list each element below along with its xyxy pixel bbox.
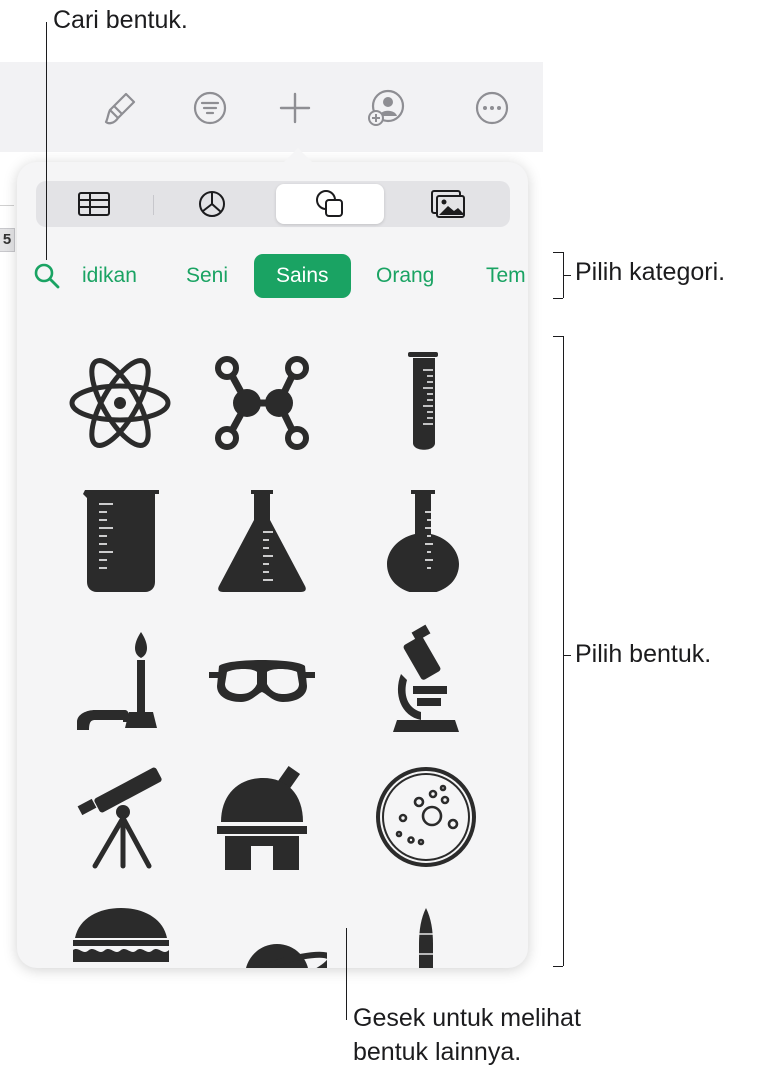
erlenmeyer-flask-shape[interactable]	[207, 482, 317, 592]
callout-shapes-bracket-top	[553, 336, 563, 337]
category-orang[interactable]: Orang	[376, 254, 434, 298]
plus-icon[interactable]	[275, 88, 315, 128]
callout-search: Cari bentuk.	[53, 6, 188, 34]
rocket-shape[interactable]	[371, 904, 481, 968]
petri-dish-shape[interactable]	[371, 762, 481, 872]
search-icon[interactable]	[33, 262, 61, 290]
telescope-shape[interactable]	[65, 762, 175, 872]
dome-shape[interactable]	[65, 900, 175, 968]
callout-shapes-bracket-bottom	[553, 966, 563, 967]
callout-search-line	[46, 22, 47, 260]
tab-shapes[interactable]	[276, 184, 384, 224]
gridline	[0, 205, 14, 206]
media-icon	[431, 190, 465, 218]
category-scroller[interactable]: idikan Seni Sains Orang Tem	[67, 254, 528, 302]
category-seni[interactable]: Seni	[186, 254, 228, 298]
tab-chart[interactable]	[158, 184, 266, 224]
callout-shapes: Pilih bentuk.	[575, 640, 712, 668]
category-bar: idikan Seni Sains Orang Tem	[17, 254, 528, 302]
table-icon	[78, 192, 110, 216]
saturn-shape[interactable]	[216, 924, 334, 968]
segment-separator	[153, 195, 154, 215]
category-sains[interactable]: Sains	[254, 254, 351, 298]
category-pendidikan[interactable]: idikan	[82, 254, 137, 298]
callout-category: Pilih kategori.	[575, 258, 726, 286]
callout-category-tick	[563, 275, 571, 276]
callout-shapes-bracket	[563, 336, 564, 966]
microscope-shape[interactable]	[371, 624, 481, 734]
round-flask-shape[interactable]	[371, 482, 481, 594]
test-tube-shape[interactable]	[371, 348, 481, 458]
callout-swipe-line	[346, 928, 347, 1020]
shapes-popover: idikan Seni Sains Orang Tem	[17, 162, 528, 968]
collaborate-icon[interactable]	[366, 88, 406, 128]
shapes-icon	[316, 190, 343, 217]
callout-swipe-line1: Gesek untuk melihat	[353, 1004, 581, 1032]
row-number: 5	[0, 228, 15, 252]
callout-category-bracket-bottom	[553, 298, 563, 299]
paintbrush-icon[interactable]	[100, 88, 140, 128]
popover-arrow	[282, 148, 314, 164]
safety-goggles-shape[interactable]	[207, 624, 317, 734]
beaker-shape[interactable]	[65, 482, 175, 592]
atom-shape[interactable]	[65, 348, 175, 458]
insert-type-segmented-control	[36, 181, 510, 227]
callout-category-bracket-top	[553, 252, 563, 253]
category-tempat[interactable]: Tem	[486, 254, 526, 298]
tab-table[interactable]	[40, 184, 148, 224]
more-icon[interactable]	[472, 88, 512, 128]
chart-icon	[199, 191, 225, 217]
bunsen-burner-shape[interactable]	[65, 624, 175, 734]
observatory-shape[interactable]	[207, 762, 317, 872]
molecule-shape[interactable]	[207, 348, 317, 458]
filter-icon[interactable]	[190, 88, 230, 128]
callout-shapes-tick	[563, 655, 571, 656]
callout-swipe-line2: bentuk lainnya.	[353, 1038, 522, 1066]
tab-media[interactable]	[394, 184, 502, 224]
toolbar	[0, 62, 543, 153]
